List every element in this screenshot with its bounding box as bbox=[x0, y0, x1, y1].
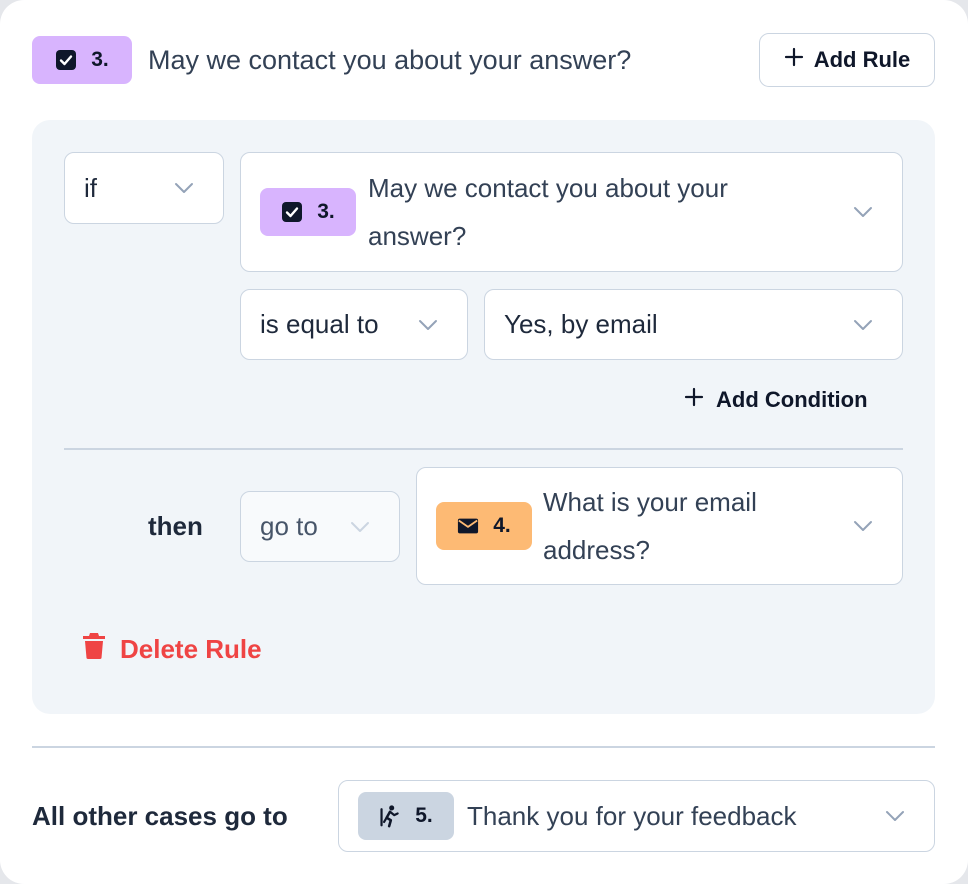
logic-operator-value: if bbox=[84, 172, 97, 203]
fallback-target-number: 5. bbox=[415, 804, 433, 827]
chevron-down-icon bbox=[349, 520, 371, 534]
trash-icon bbox=[82, 632, 106, 667]
fallback-target-title: Thank you for your feedback bbox=[467, 801, 797, 831]
logic-operator-select[interactable]: if bbox=[64, 152, 224, 224]
delete-rule-button[interactable]: Delete Rule bbox=[82, 632, 262, 667]
checkbox-icon bbox=[55, 49, 77, 71]
mail-icon bbox=[457, 515, 479, 537]
condition-question-line: May we contact you about your bbox=[368, 173, 728, 203]
question-badge: 3. bbox=[32, 36, 132, 84]
chevron-down-icon bbox=[852, 519, 874, 533]
add-condition-button[interactable]: Add Condition bbox=[684, 387, 868, 413]
logic-editor-card: 3. May we contact you about your answer?… bbox=[0, 0, 968, 884]
condition-question-number: 3. bbox=[317, 200, 335, 223]
add-rule-label: Add Rule bbox=[813, 47, 911, 72]
comparator-select[interactable]: is equal to bbox=[240, 289, 468, 360]
chevron-down-icon bbox=[417, 318, 439, 332]
plus-icon bbox=[784, 47, 804, 73]
fallback-target-badge: 5. bbox=[358, 792, 454, 840]
then-label: then bbox=[148, 511, 203, 541]
target-question-text: What is your email address? bbox=[543, 478, 757, 574]
question-title: May we contact you about your answer? bbox=[148, 45, 632, 75]
condition-question-text: May we contact you about your answer? bbox=[368, 164, 728, 260]
checkbox-icon bbox=[281, 201, 303, 223]
fallback-label: All other cases go to bbox=[32, 801, 288, 831]
delete-rule-label: Delete Rule bbox=[120, 634, 262, 664]
chevron-down-icon bbox=[884, 809, 906, 823]
condition-question-line: answer? bbox=[368, 221, 467, 251]
target-question-number: 4. bbox=[493, 514, 511, 537]
condition-value: Yes, by email bbox=[504, 309, 658, 339]
rule-divider bbox=[64, 448, 903, 450]
condition-question-badge: 3. bbox=[260, 188, 356, 236]
action-select[interactable]: go to bbox=[240, 491, 400, 562]
comparator-value: is equal to bbox=[260, 309, 379, 339]
condition-value-select[interactable]: Yes, by email bbox=[484, 289, 903, 360]
runner-icon bbox=[379, 805, 401, 828]
target-question-line: address? bbox=[543, 535, 650, 565]
plus-icon bbox=[684, 387, 704, 413]
add-rule-button[interactable]: Add Rule bbox=[759, 33, 935, 87]
chevron-down-icon bbox=[173, 181, 195, 195]
target-question-line: What is your email bbox=[543, 487, 757, 517]
question-number: 3. bbox=[91, 48, 109, 71]
action-value: go to bbox=[260, 511, 318, 541]
target-question-badge: 4. bbox=[436, 502, 532, 550]
section-divider bbox=[32, 746, 935, 748]
chevron-down-icon bbox=[852, 205, 874, 219]
chevron-down-icon bbox=[852, 318, 874, 332]
add-condition-label: Add Condition bbox=[716, 387, 868, 412]
